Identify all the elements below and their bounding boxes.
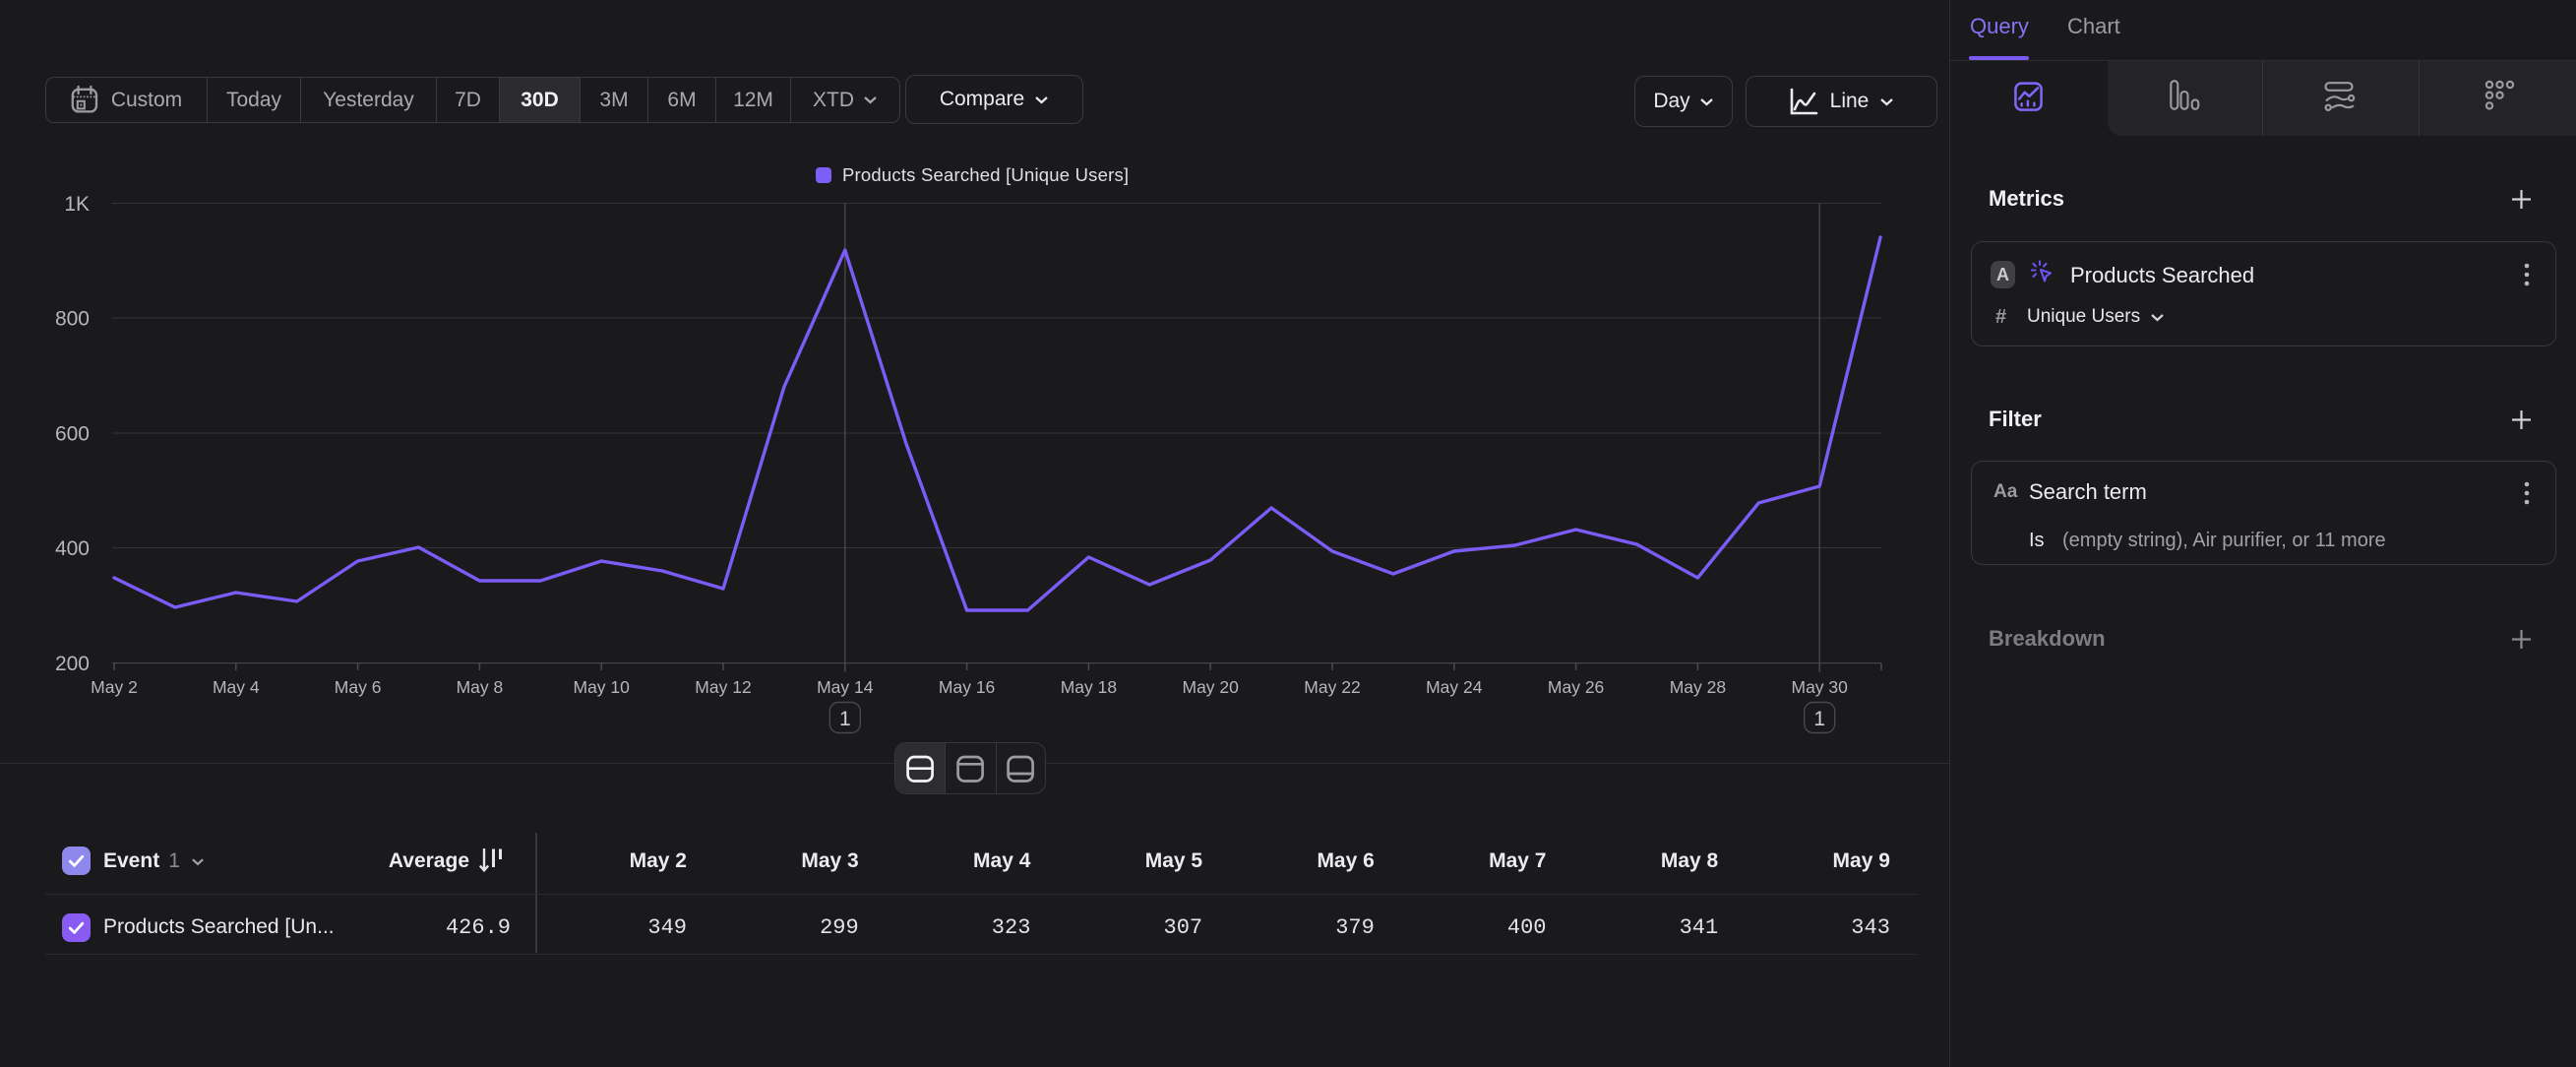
svg-text:May 2: May 2 (91, 677, 138, 697)
svg-text:1K: 1K (64, 193, 90, 216)
svg-text:May 26: May 26 (1548, 677, 1604, 697)
svg-text:May 30: May 30 (1792, 677, 1849, 697)
svg-text:May 6: May 6 (335, 677, 382, 697)
svg-text:May 14: May 14 (817, 677, 874, 697)
svg-text:May 18: May 18 (1061, 677, 1117, 697)
svg-text:800: 800 (55, 308, 90, 331)
svg-text:May 8: May 8 (457, 677, 504, 697)
svg-text:1: 1 (1813, 708, 1825, 730)
svg-text:200: 200 (55, 653, 90, 675)
svg-text:400: 400 (55, 537, 90, 560)
svg-text:May 24: May 24 (1426, 677, 1483, 697)
svg-text:May 10: May 10 (574, 677, 631, 697)
svg-text:May 20: May 20 (1183, 677, 1240, 697)
svg-text:May 22: May 22 (1304, 677, 1360, 697)
svg-text:May 12: May 12 (695, 677, 751, 697)
svg-text:1: 1 (839, 708, 851, 730)
svg-text:600: 600 (55, 422, 90, 445)
svg-text:May 28: May 28 (1670, 677, 1726, 697)
svg-text:May 4: May 4 (213, 677, 260, 697)
svg-text:May 16: May 16 (939, 677, 995, 697)
